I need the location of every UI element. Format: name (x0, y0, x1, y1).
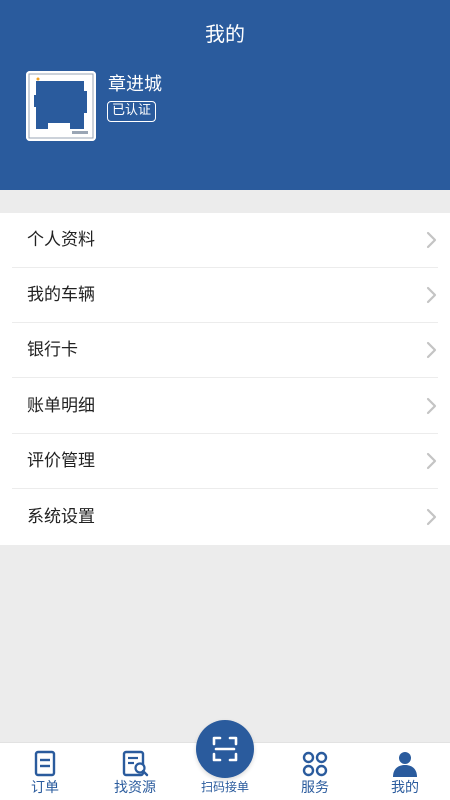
menu-item-label: 账单明细 (27, 396, 95, 416)
menu-item-profile[interactable]: 个人资料 (0, 213, 450, 268)
tab-label: 找资源 (114, 780, 156, 796)
profile-icon (393, 752, 417, 777)
avatar-image (26, 71, 96, 141)
menu-item-system-settings[interactable]: 系统设置 (0, 490, 450, 545)
menu-item-label: 系统设置 (27, 507, 95, 527)
menu-item-vehicles[interactable]: 我的车辆 (0, 268, 450, 323)
order-icon (34, 750, 56, 777)
tab-label: 我的 (391, 780, 419, 796)
tab-service[interactable]: 服务 (270, 743, 360, 800)
menu-item-label: 我的车辆 (27, 285, 95, 305)
chevron-right-icon (426, 397, 437, 415)
menu-item-label: 银行卡 (27, 340, 78, 360)
avatar[interactable] (26, 71, 96, 141)
tab-label: 订单 (31, 780, 59, 796)
divider (12, 377, 438, 378)
chevron-right-icon (426, 286, 437, 304)
settings-menu: 个人资料 我的车辆 银行卡 账单明细 评价管理 系统设置 (0, 213, 450, 545)
tab-find-resource[interactable]: 找资源 (90, 743, 180, 800)
scan-icon (212, 736, 238, 762)
chevron-right-icon (426, 231, 437, 249)
find-resource-icon (122, 750, 149, 777)
verified-badge: 已认证 (107, 101, 157, 122)
scan-order-label: 扫码接单 (200, 780, 249, 794)
menu-item-reviews[interactable]: 评价管理 (0, 434, 450, 489)
chevron-right-icon (426, 341, 437, 359)
tab-orders[interactable]: 订单 (0, 743, 90, 800)
tab-label: 服务 (301, 780, 329, 796)
menu-item-label: 评价管理 (27, 451, 95, 471)
menu-item-bill-details[interactable]: 账单明细 (0, 379, 450, 434)
divider (12, 488, 438, 489)
scan-order-button[interactable] (196, 720, 254, 778)
chevron-right-icon (426, 508, 437, 526)
profile-header: 我的 章进城 已认证 (0, 0, 450, 190)
menu-item-label: 个人资料 (27, 230, 95, 250)
chevron-right-icon (426, 452, 437, 470)
tab-my[interactable]: 我的 (360, 743, 450, 800)
menu-item-bank-card[interactable]: 银行卡 (0, 323, 450, 378)
user-name: 章进城 (108, 74, 162, 95)
page-title: 我的 (205, 22, 245, 46)
service-icon (302, 751, 328, 777)
